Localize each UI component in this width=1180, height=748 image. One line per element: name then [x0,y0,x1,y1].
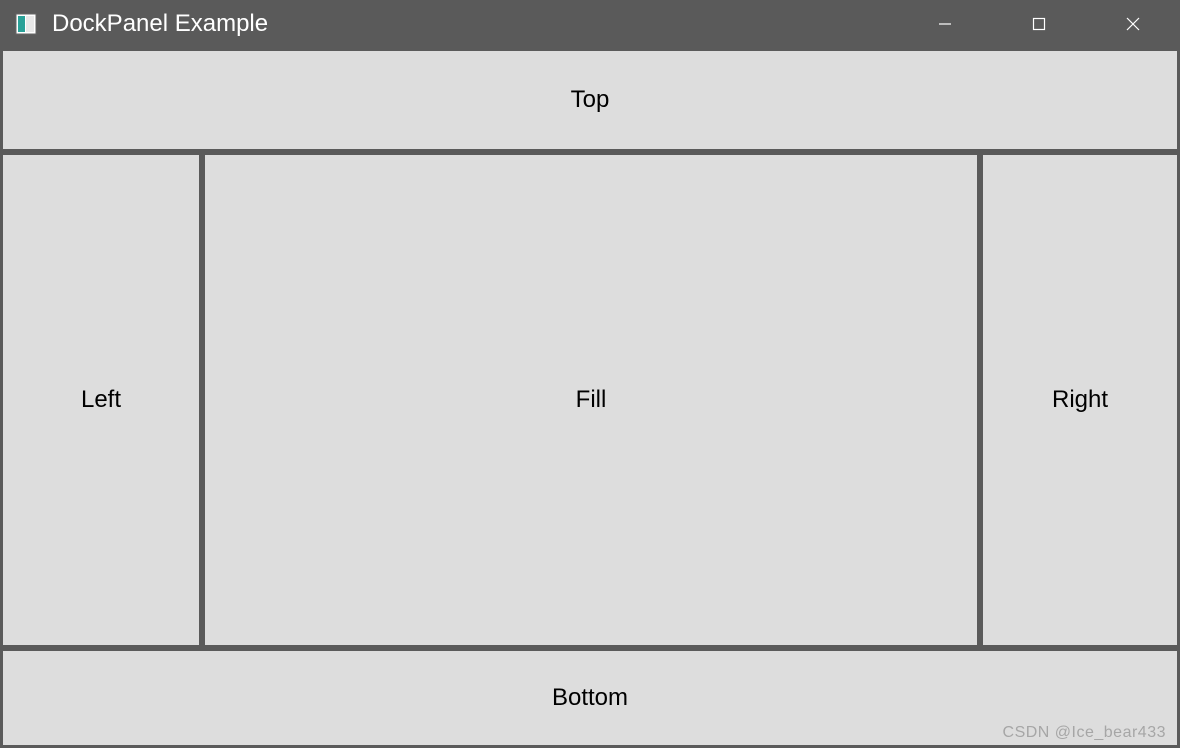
window-controls [898,0,1180,48]
app-icon [14,12,38,36]
top-panel-label: Top [571,86,610,114]
left-panel: Left [2,154,200,646]
maximize-button[interactable] [992,0,1086,48]
fill-panel: Fill [204,154,978,646]
close-button[interactable] [1086,0,1180,48]
right-panel-label: Right [1052,386,1108,414]
dock-panel: Top Left Fill Right Bottom [0,48,1180,748]
minimize-button[interactable] [898,0,992,48]
window-title: DockPanel Example [52,10,898,38]
bottom-panel-label: Bottom [552,684,628,712]
fill-panel-label: Fill [576,386,607,414]
titlebar: DockPanel Example [0,0,1180,48]
middle-row: Left Fill Right [2,154,1178,646]
top-panel: Top [2,50,1178,150]
right-panel: Right [982,154,1178,646]
bottom-panel: Bottom [2,650,1178,746]
left-panel-label: Left [81,386,121,414]
